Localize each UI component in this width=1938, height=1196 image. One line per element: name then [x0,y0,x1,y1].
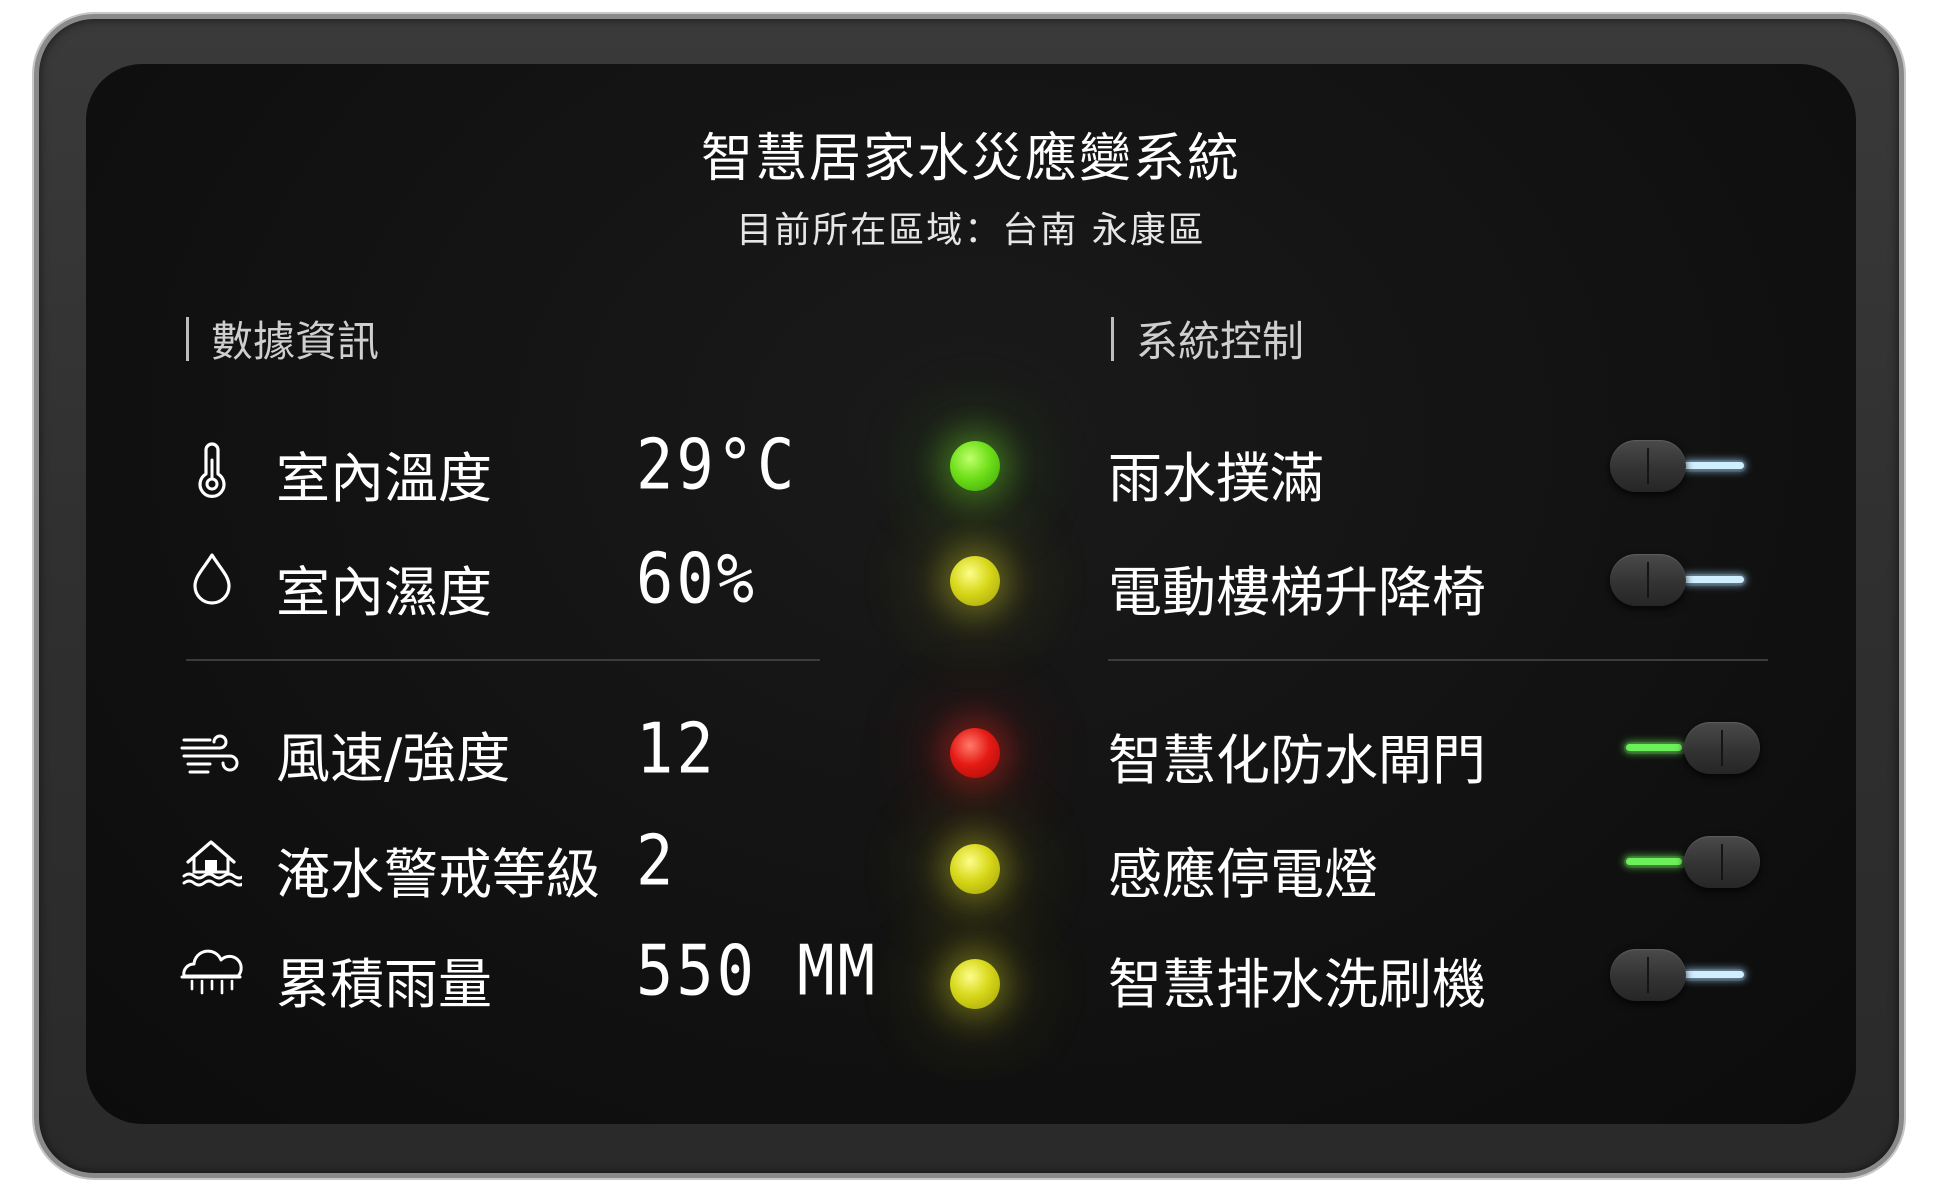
flood-level-label: 淹水警戒等級 [276,843,600,906]
emergency-light-toggle[interactable] [1610,836,1760,888]
wind-status-led [950,728,1000,778]
wind-label: 風速/強度 [276,727,511,790]
toggle-knob[interactable] [1610,554,1686,606]
heading-bar [186,316,189,361]
app-title: 智慧居家水災應變系統 [700,129,1241,189]
left-divider [186,659,820,661]
drain-cleaner-toggle[interactable] [1610,949,1760,1001]
rain-cloud-icon [180,949,243,995]
data-section-title: 數據資訊 [211,317,380,366]
humidity-label: 室內濕度 [276,561,492,624]
wind-value: 12 [636,707,717,790]
display-screen: 智慧居家水災應變系統 目前所在區域：台南 永康區 數據資訊 系統控制 室內溫度 … [86,64,1856,1124]
flooded-house-icon [182,840,242,887]
thermometer-icon [198,442,226,498]
humidity-value: 60% [636,537,757,620]
wind-icon [180,734,239,774]
toggle-indicator [1626,858,1682,865]
toggle-knob[interactable] [1610,440,1686,492]
toggle-indicator [1682,971,1744,978]
drain-cleaner-label: 智慧排水洗刷機 [1108,953,1486,1016]
temperature-label: 室內溫度 [276,447,492,510]
right-divider [1108,659,1768,661]
data-section-heading: 數據資訊 [186,308,379,369]
rainwater-tank-label: 雨水撲滿 [1108,447,1324,510]
toggle-indicator [1682,576,1744,583]
temperature-value: 29°C [636,423,798,506]
rainfall-value: 550 MM [636,929,878,1012]
toggle-knob[interactable] [1684,722,1760,774]
temperature-status-led [950,441,1000,491]
stair-lift-toggle[interactable] [1610,554,1760,606]
toggle-indicator [1626,744,1682,751]
rainwater-tank-toggle[interactable] [1610,440,1760,492]
emergency-light-label: 感應停電燈 [1108,843,1378,906]
flood-gate-label: 智慧化防水閘門 [1108,729,1486,792]
humidity-status-led [950,556,1000,606]
rainfall-label: 累積雨量 [276,953,492,1016]
flood-level-status-led [950,844,1000,894]
toggle-indicator [1682,462,1744,469]
flood-level-value: 2 [636,819,677,902]
toggle-knob[interactable] [1610,949,1686,1001]
flood-gate-toggle[interactable] [1610,722,1760,774]
heading-bar [1111,316,1114,361]
control-section-title: 系統控制 [1136,317,1305,366]
water-drop-icon [193,553,231,605]
toggle-knob[interactable] [1684,836,1760,888]
location-label: 目前所在區域：台南 永康區 [736,210,1206,251]
stair-lift-label: 電動樓梯升降椅 [1108,561,1486,624]
rainfall-status-led [950,959,1000,1009]
control-section-heading: 系統控制 [1111,308,1304,369]
